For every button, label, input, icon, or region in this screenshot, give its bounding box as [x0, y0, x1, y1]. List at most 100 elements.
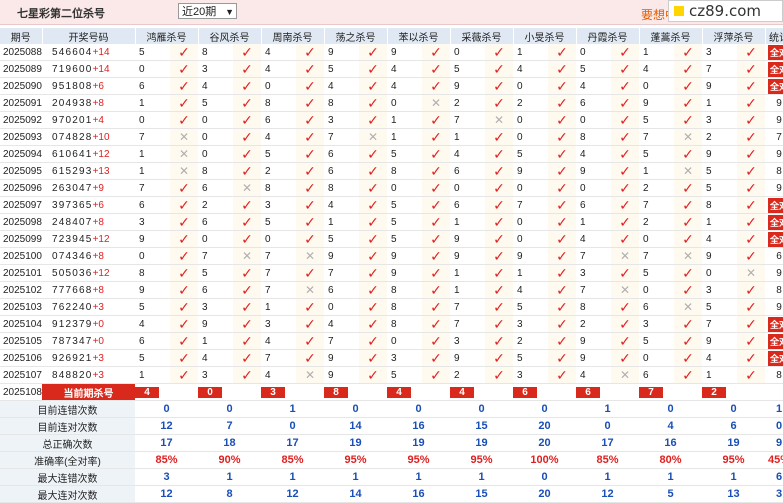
row-stat: 9 [765, 145, 783, 163]
check-icon: ✓ [485, 230, 513, 248]
draw-numbers: 615293+13 [42, 162, 135, 180]
kill-value: 7 [261, 264, 296, 282]
kill-value: 8 [702, 196, 737, 214]
check-icon: ✓ [737, 298, 765, 316]
kill-value: 1 [387, 128, 422, 146]
kill-value: 4 [576, 366, 611, 384]
kill-value: 1 [513, 264, 548, 282]
kill-value: 4 [702, 230, 737, 248]
kill-value: 1 [576, 213, 611, 231]
period-select[interactable]: 近20期 ▼ [178, 3, 237, 19]
cross-icon: ✕ [296, 281, 324, 299]
table-row: 2025103 762240+3 5 ✓ 3 ✓ 1 ✓ 0 ✓ 8 ✓ 7 ✓ 5 ✓ 8 ✓ 6 ✕ 5 ✓ 9 [0, 298, 783, 316]
kill-value: 7 [576, 247, 611, 265]
kill-value: 0 [513, 128, 548, 146]
stats-value: 95% [450, 451, 513, 469]
kill-value: 0 [639, 349, 674, 367]
kill-value: 8 [387, 315, 422, 333]
row-stat: 6 [765, 247, 783, 265]
kill-value: 4 [702, 349, 737, 367]
kill-value: 9 [576, 349, 611, 367]
check-icon: ✓ [170, 196, 198, 214]
stats-value: 16 [387, 485, 450, 503]
kill-value: 8 [387, 162, 422, 180]
kill-value: 9 [324, 247, 359, 265]
check-icon: ✓ [485, 366, 513, 384]
col-method-3: 周南杀号 [261, 28, 325, 44]
kill-value: 3 [135, 213, 170, 231]
check-icon: ✓ [611, 128, 639, 146]
current-stat [765, 383, 783, 401]
kill-value: 0 [387, 179, 422, 197]
current-pick: 2 [702, 383, 765, 401]
kill-value: 1 [702, 366, 737, 384]
stats-value: 5 [639, 485, 702, 503]
kill-value: 5 [513, 349, 548, 367]
stats-value: 80% [639, 451, 702, 469]
check-icon: ✓ [485, 179, 513, 197]
check-icon: ✓ [737, 196, 765, 214]
table-row: 2025102 777668+8 9 ✓ 6 ✓ 7 ✕ 6 ✓ 8 ✓ 1 ✓ 4 ✓ 7 ✕ 0 ✓ 3 ✓ 8 [0, 281, 783, 299]
kill-value: 3 [324, 111, 359, 129]
table-row: 2025090951808+66✓4✓0✓4✓4✓9✓0✓4✓0✓9✓全对 [0, 77, 783, 95]
kill-value: 4 [261, 366, 296, 384]
draw-numbers: 204938+8 [42, 94, 135, 112]
check-icon: ✓ [359, 366, 387, 384]
row-stat: 全对 [765, 230, 783, 248]
check-icon: ✓ [485, 94, 513, 112]
check-icon: ✓ [296, 162, 324, 180]
stats-value: 45% [765, 451, 783, 469]
kill-value: 7 [324, 264, 359, 282]
kill-value: 0 [513, 77, 548, 95]
stats-value: 0 [513, 468, 576, 486]
cross-icon: ✕ [170, 145, 198, 163]
check-icon: ✓ [233, 111, 261, 129]
check-icon: ✓ [296, 60, 324, 78]
current-pick: 4 [387, 383, 450, 401]
row-stat: 全对 [765, 44, 783, 61]
check-icon: ✓ [296, 230, 324, 248]
row-stat: 8 [765, 281, 783, 299]
kill-value: 9 [702, 247, 737, 265]
check-icon: ✓ [170, 332, 198, 350]
kill-value: 0 [576, 44, 611, 61]
table-row: 2025089719600+140✓3✓4✓5✓4✓5✓4✓5✓4✓7✓全对 [0, 60, 783, 78]
check-icon: ✓ [737, 60, 765, 78]
check-icon: ✓ [170, 94, 198, 112]
issue-cell: 2025091 [0, 94, 42, 112]
kill-value: 0 [576, 111, 611, 129]
kill-value: 3 [198, 298, 233, 316]
cross-icon: ✕ [674, 298, 702, 316]
check-icon: ✓ [359, 349, 387, 367]
check-icon: ✓ [359, 281, 387, 299]
check-icon: ✓ [359, 315, 387, 333]
stats-value: 19 [450, 434, 513, 452]
check-icon: ✓ [485, 77, 513, 95]
check-icon: ✓ [233, 77, 261, 95]
kill-value: 2 [702, 128, 737, 146]
stats-value: 90% [198, 451, 261, 469]
check-icon: ✓ [674, 60, 702, 78]
check-icon: ✓ [422, 162, 450, 180]
cross-icon: ✕ [359, 128, 387, 146]
check-icon: ✓ [359, 179, 387, 197]
check-icon: ✓ [548, 298, 576, 316]
stats-value: 1 [702, 468, 765, 486]
issue-cell: 2025108 [0, 383, 42, 401]
check-icon: ✓ [611, 77, 639, 95]
kill-value: 6 [324, 281, 359, 299]
kill-value: 6 [450, 162, 485, 180]
kill-value: 3 [513, 315, 548, 333]
draw-numbers: 787347+0 [42, 332, 135, 350]
check-icon: ✓ [737, 128, 765, 146]
kill-value: 5 [261, 213, 296, 231]
kill-value: 7 [261, 281, 296, 299]
check-icon: ✓ [611, 44, 639, 61]
check-icon: ✓ [359, 145, 387, 163]
check-icon: ✓ [737, 179, 765, 197]
kill-value: 4 [261, 60, 296, 78]
check-icon: ✓ [485, 162, 513, 180]
kill-value: 0 [198, 145, 233, 163]
kill-value: 0 [513, 213, 548, 231]
current-pick: 0 [198, 383, 261, 401]
